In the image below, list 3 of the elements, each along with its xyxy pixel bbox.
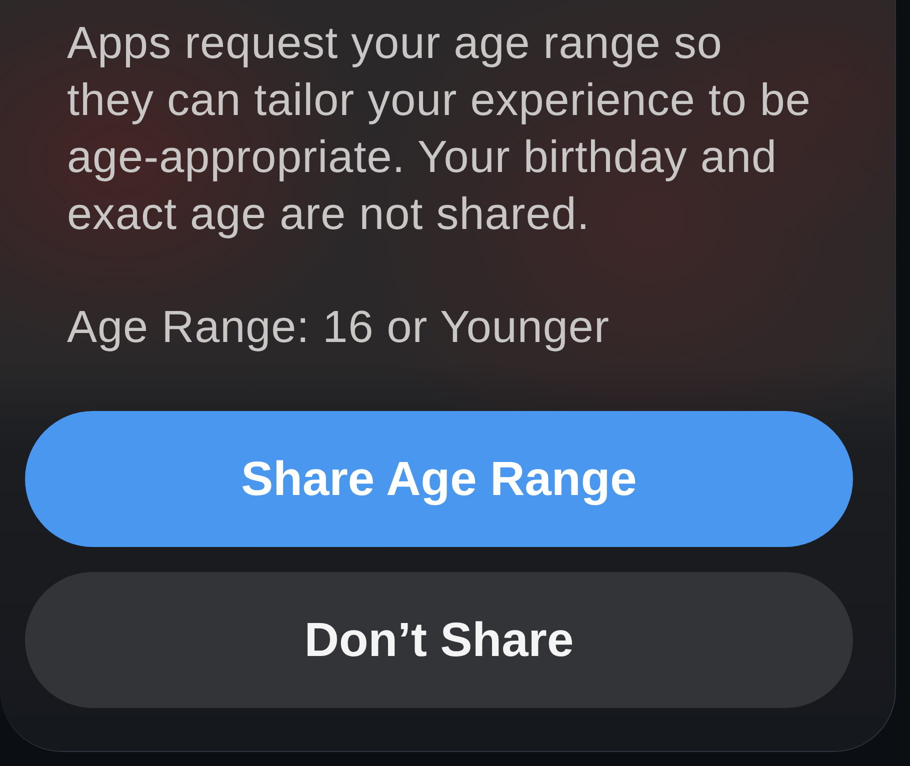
decline-button[interactable]: Don’t Share [25,572,853,708]
description-text: Apps request your age range so they can tailor your experience to be age-appropriate. Your birthday and exact age are not shared. [67,16,812,241]
age-range-text: Age Range: 16 or Younger [67,300,610,354]
